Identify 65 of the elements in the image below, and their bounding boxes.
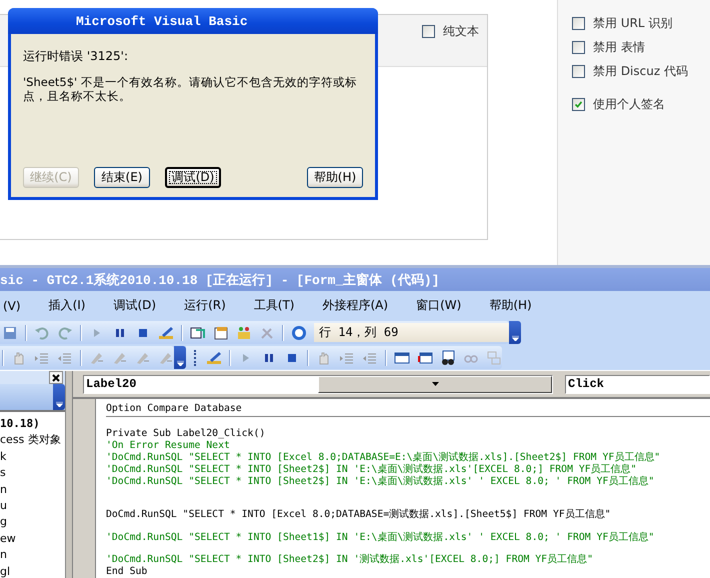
error-heading: 运行时错误 '3125': (23, 48, 129, 65)
window-title: sic - GTC2.1系统2010.10.18 [正在运行] - [Form_主窗体 (代码)] (0, 268, 710, 291)
menu-item[interactable]: 外接程序(A) (320, 295, 392, 316)
window-icon[interactable] (394, 350, 410, 366)
option-label: 禁用 Discuz 代码 (593, 62, 688, 80)
dialog-button[interactable]: 帮助(H) (307, 167, 363, 188)
tree-item[interactable]: g (0, 514, 65, 531)
code-line: DoCmd.RunSQL "SELECT * INTO [Excel 8.0;DATABASE=测试数据.xls].[Sheet5$] FROM YF员工信息" (106, 509, 612, 521)
checkbox[interactable] (422, 24, 435, 38)
code-comment: 'DoCmd.RunSQL "SELECT * INTO [Sheet1$] IN 'E:\桌面\测试数据.xls' ' EXCEL 8.0; ' FROM YF员工信息" (106, 532, 656, 544)
tree-item[interactable]: cess 类对象 (0, 432, 65, 449)
dialog-button[interactable]: 调试(D) (165, 167, 221, 188)
toolbar-options-button[interactable] (174, 346, 186, 369)
procedure-dropdown[interactable]: Click (565, 374, 710, 394)
tree-item[interactable]: u (0, 498, 65, 514)
menu-item[interactable]: (V) (0, 296, 24, 314)
tree-item[interactable]: s (0, 465, 65, 482)
chevron-down-icon[interactable] (176, 361, 184, 366)
menu-item[interactable]: 插入(I) (46, 295, 88, 316)
chevron-down-icon[interactable] (56, 402, 62, 407)
code-line: End Sub (106, 566, 148, 578)
help-icon[interactable] (291, 324, 307, 340)
menu-item[interactable]: 窗口(W) (413, 295, 464, 316)
option-label: 禁用 表情 (593, 38, 645, 56)
object-dropdown[interactable]: Label20 (83, 374, 553, 394)
menu-item[interactable]: 帮助(H) (486, 295, 535, 316)
code-comment: 'DoCmd.RunSQL "SELECT * INTO [Sheet2$] IN 'E:\桌面\测试数据.xls' ' EXCEL 8.0; ' FROM YF员工信息" (106, 476, 656, 488)
binoculars-icon[interactable] (440, 350, 456, 366)
tree-item[interactable]: 10.18) (0, 416, 65, 432)
chevron-down-icon[interactable] (512, 336, 518, 341)
code-line: Private Sub Label20_Click() (106, 428, 266, 440)
code-comment: 'On Error Resume Next (106, 440, 231, 452)
menu-item[interactable]: 工具(T) (250, 295, 298, 316)
toolbox-icon[interactable] (236, 324, 252, 340)
save-icon[interactable] (2, 324, 18, 340)
project-explorer-icon[interactable] (190, 324, 206, 340)
tree-item[interactable]: k (0, 448, 65, 466)
properties-icon[interactable] (213, 324, 229, 340)
dialog-button[interactable]: 结束(E) (94, 167, 150, 188)
tree-item[interactable]: gl (0, 564, 65, 578)
close-button[interactable] (49, 371, 63, 384)
code-line: Option Compare Database (106, 403, 710, 417)
checkbox[interactable] (572, 98, 585, 110)
ruler-pencil-icon[interactable] (206, 350, 222, 366)
toolbar-options-button[interactable] (53, 384, 65, 410)
checkbox[interactable] (572, 64, 585, 78)
option-label: 禁用 URL 识别 (593, 14, 672, 32)
ruler-pencil-icon[interactable] (158, 324, 174, 340)
menu-item[interactable]: 调试(D) (110, 295, 160, 316)
position-indicator: 行 14，列 69 (314, 323, 509, 342)
option-label: 使用个人签名 (593, 96, 665, 112)
option-label: 纯文本 (443, 22, 479, 40)
dialog-title: Microsoft Visual Basic (8, 8, 378, 34)
tree-item[interactable]: n (0, 547, 65, 564)
tree-item[interactable]: ew (0, 530, 65, 548)
code-comment: 'DoCmd.RunSQL "SELECT * INTO [Excel 8.0;DATABASE=E:\桌面\测试数据.xls].[Sheet2$] FROM YF员工信息" (106, 452, 662, 464)
checkbox[interactable] (572, 16, 585, 30)
tree-item[interactable]: n (0, 482, 65, 498)
toolbar-options-button[interactable] (509, 321, 521, 344)
code-comment: 'DoCmd.RunSQL "SELECT * INTO [Sheet2$] IN 'E:\桌面\测试数据.xls'[EXCEL 8.0;] FROM YF员工信息" (106, 464, 638, 476)
code-comment: 'DoCmd.RunSQL "SELECT * INTO [Sheet2$] IN '测试数据.xls'[EXCEL 8.0;] FROM YF员工信息" (106, 554, 594, 566)
error-message: 'Sheet5$' 不是一个有效名称。请确认它不包含无效的字符或标点，且名称不太长。 (23, 75, 358, 103)
error-window-icon[interactable] (417, 350, 433, 366)
menu-item[interactable]: 运行(R) (181, 295, 229, 316)
checkbox[interactable] (572, 40, 585, 54)
